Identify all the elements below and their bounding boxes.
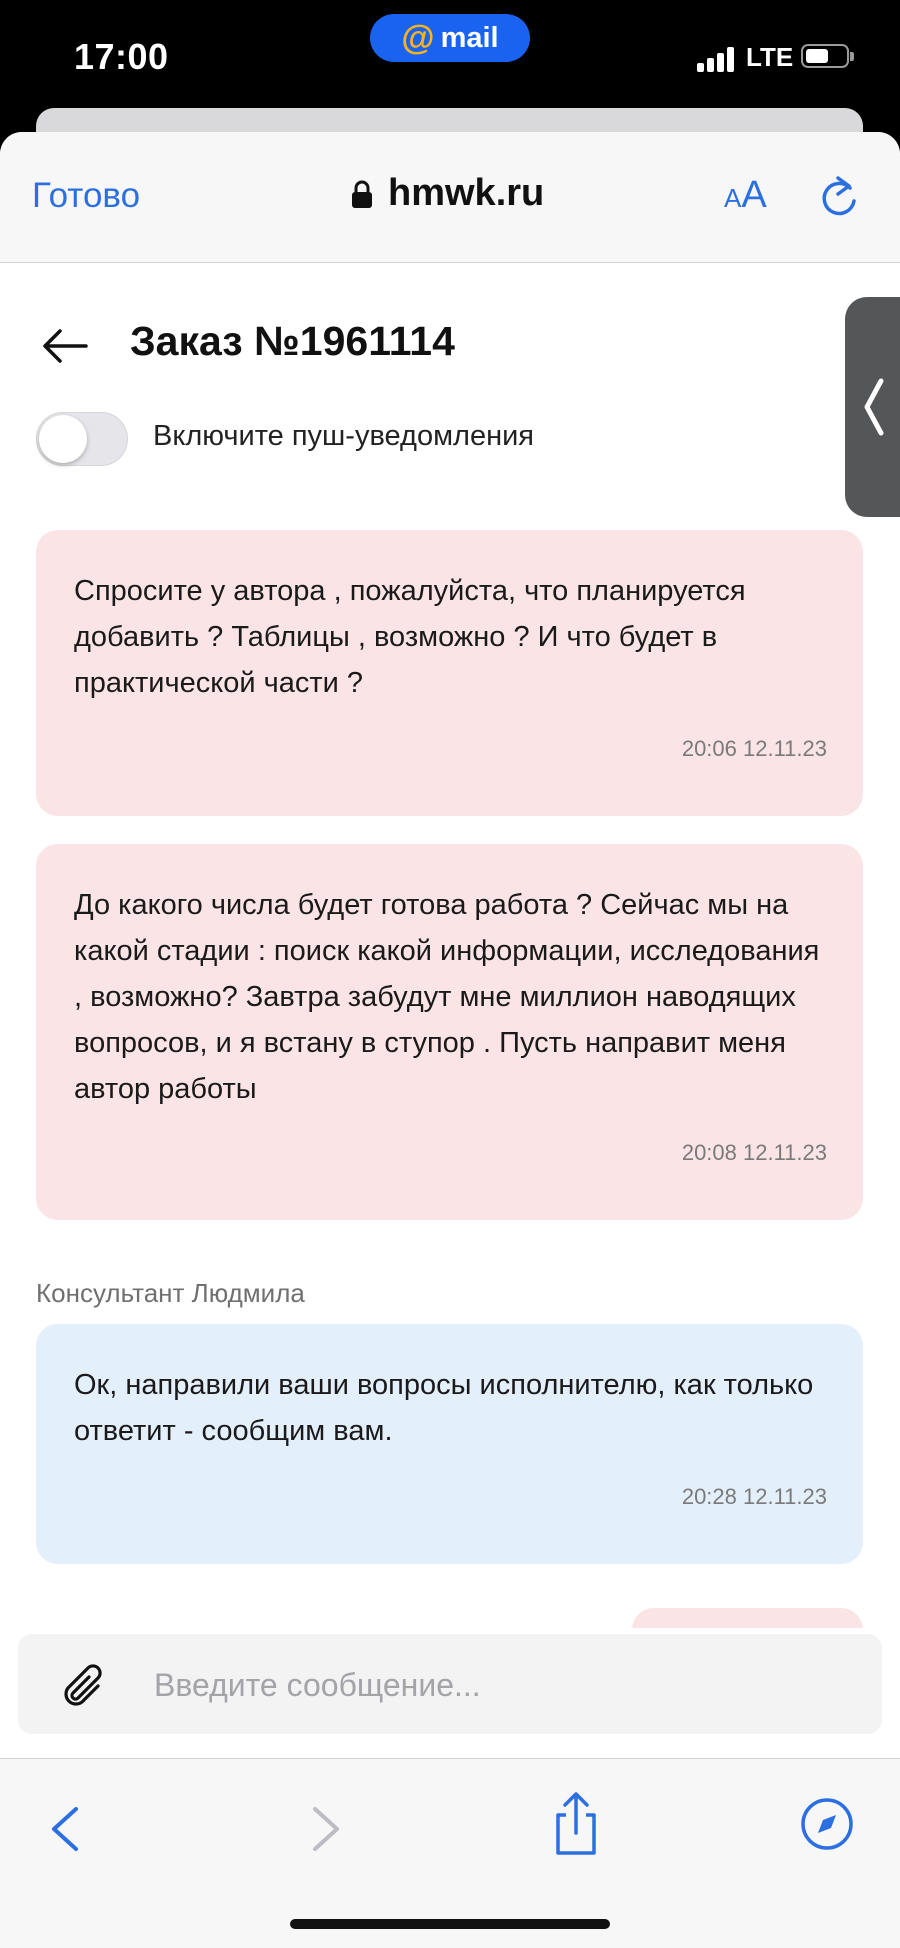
- browser-sheet: Готово hmwk.ru AA Заказ №1961114 Включит…: [0, 132, 900, 1948]
- network-type: LTE: [746, 42, 794, 72]
- status-time: 17:00: [74, 36, 169, 77]
- done-button[interactable]: Готово: [32, 176, 140, 216]
- back-arrow-icon[interactable]: [40, 326, 90, 366]
- reload-icon[interactable]: [816, 172, 862, 222]
- message-input[interactable]: [152, 1654, 856, 1716]
- text-size-big: A: [741, 174, 767, 216]
- composer-area: [0, 1628, 900, 1758]
- chat-message-incoming: Ок, направили ваши вопросы исполнителю, …: [36, 1324, 863, 1564]
- signal-icon: [697, 44, 737, 72]
- chat-message-outgoing: До какого числа будет готова работа ? Се…: [36, 844, 863, 1220]
- chat-message-outgoing: Спросите у автора , пожалуйста, что план…: [36, 530, 863, 816]
- nav-forward-icon[interactable]: [295, 1799, 355, 1859]
- side-pull-tab[interactable]: [845, 297, 900, 517]
- mail-label: mail: [440, 21, 499, 54]
- message-text: До какого числа будет готова работа ? Се…: [74, 889, 820, 1105]
- chevron-left-icon: [864, 378, 884, 436]
- page-title: Заказ №1961114: [130, 318, 455, 364]
- dynamic-island-mail[interactable]: @ mail: [370, 14, 530, 62]
- message-timestamp: 20:06 12.11.23: [681, 736, 827, 761]
- text-size-small: A: [724, 183, 742, 213]
- compass-icon[interactable]: [800, 1797, 854, 1851]
- mail-at-icon: @: [401, 18, 435, 57]
- browser-toolbar: [0, 1758, 900, 1948]
- message-text: Спросите у автора , пожалуйста, что план…: [74, 575, 746, 699]
- url-bar[interactable]: hmwk.ru: [350, 172, 544, 215]
- url-text: hmwk.ru: [388, 172, 545, 214]
- push-notifications-label: Включите пуш-уведомления: [153, 420, 534, 452]
- browser-header: Готово hmwk.ru AA: [0, 132, 900, 263]
- push-notifications-toggle[interactable]: [36, 412, 128, 466]
- message-sender: Консультант Людмила: [36, 1278, 305, 1308]
- message-timestamp: 20:28 12.11.23: [681, 1484, 827, 1509]
- paperclip-icon[interactable]: [56, 1656, 114, 1714]
- status-bar: 17:00 @ mail LTE: [0, 0, 900, 110]
- lock-icon: [352, 180, 372, 208]
- home-indicator[interactable]: [290, 1919, 610, 1929]
- share-icon[interactable]: [546, 1791, 606, 1857]
- text-size-button[interactable]: AA: [724, 174, 767, 217]
- message-composer: [18, 1634, 882, 1734]
- battery-icon: [801, 44, 854, 68]
- message-text: Ок, направили ваши вопросы исполнителю, …: [74, 1369, 814, 1447]
- message-timestamp: 20:08 12.11.23: [681, 1140, 827, 1165]
- order-header: Заказ №1961114: [0, 312, 900, 392]
- nav-back-icon[interactable]: [36, 1799, 96, 1859]
